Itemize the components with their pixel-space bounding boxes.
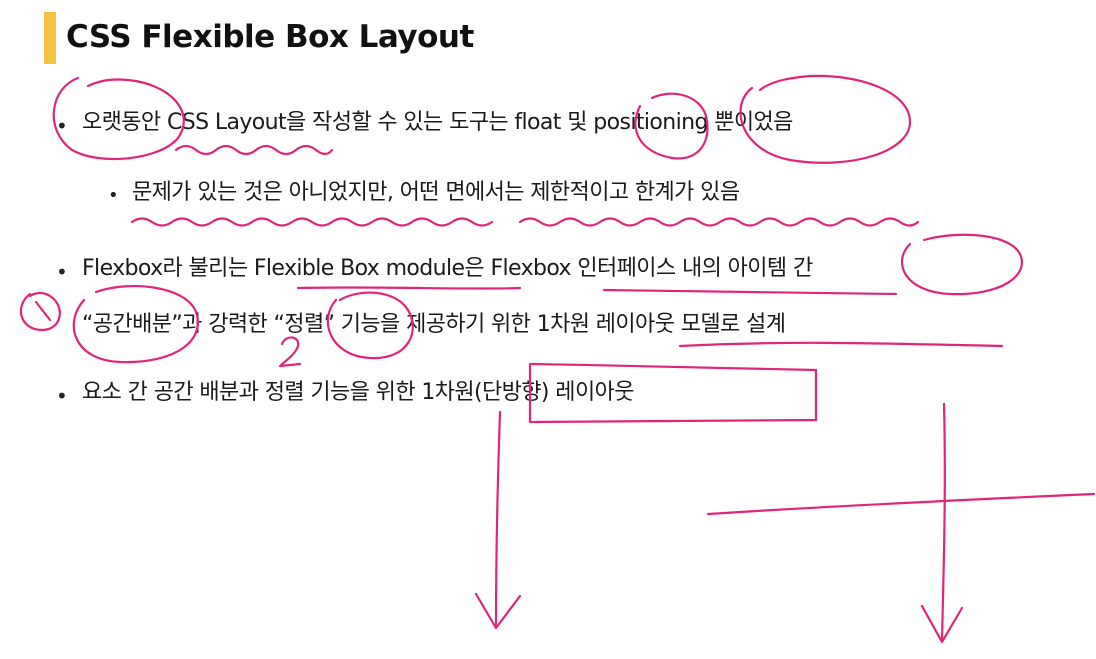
ink-arrow-head-2 xyxy=(920,604,964,644)
slide-title: CSS Flexible Box Layout xyxy=(66,19,474,55)
ink-mark-1-circle xyxy=(20,291,61,332)
ink-underline-flexible-box xyxy=(296,286,522,290)
ink-underline-model xyxy=(678,341,1004,348)
ink-wavy-underline-2 xyxy=(130,217,494,227)
bullet-text-4: 요소 간 공간 배분과 정렬 기능을 위한 1차원(단방향) 레이아웃 xyxy=(82,380,634,405)
ink-arrow-head-1 xyxy=(474,592,522,630)
ink-wavy-underline-1 xyxy=(174,144,334,156)
sub-bullet-dot: • xyxy=(108,185,119,206)
ink-vertical-arrow xyxy=(494,410,502,628)
title-accent-bar xyxy=(44,12,56,64)
ink-underline-flexbox-interface xyxy=(602,288,898,296)
slide: CSS Flexible Box Layout • 오랫동안 CSS Layou… xyxy=(0,0,1096,659)
bullet-dot: • xyxy=(56,114,68,138)
ink-horizontal-line xyxy=(706,492,1096,516)
bullet-dot: • xyxy=(56,260,68,284)
bullet-text-3-continued: “공간배분”과 강력한 “정렬” 기능을 제공하기 위한 1차원 레이아웃 모델… xyxy=(82,312,786,337)
bullet-dot: • xyxy=(56,384,68,408)
ink-mark-2 xyxy=(278,336,302,368)
ink-vertical-line-2 xyxy=(940,402,946,642)
bullet-text-1: 오랫동안 CSS Layout을 작성할 수 있는 도구는 float 및 po… xyxy=(82,110,793,135)
ink-mark-1-stroke xyxy=(34,300,52,322)
bullet-text-3: Flexbox라 불리는 Flexible Box module은 Flexbo… xyxy=(82,256,813,281)
ink-wavy-underline-3 xyxy=(518,217,920,227)
bullet-text-2: 문제가 있는 것은 아니었지만, 어떤 면에서는 제한적이고 한계가 있음 xyxy=(132,180,740,205)
ink-circle-items xyxy=(900,233,1023,296)
